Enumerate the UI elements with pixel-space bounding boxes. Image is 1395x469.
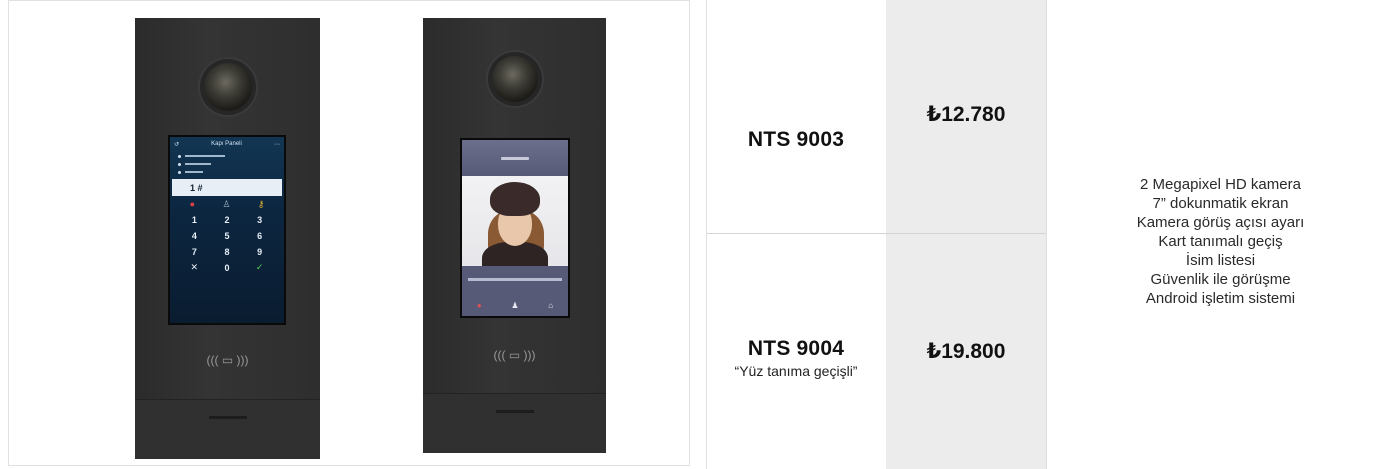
keypad-key: 1 (191, 214, 197, 225)
feature-item: 2 Megapixel HD kamera (1140, 176, 1301, 193)
price-cell-nts-9003: ₺12.780 (886, 0, 1046, 233)
model-cell-nts-9003: NTS 9003 (706, 0, 886, 233)
keypad-key: 3 (257, 214, 263, 225)
price: ₺19.800 (926, 340, 1006, 363)
model-name: NTS 9003 (747, 128, 845, 151)
home-icon: ⌂ (548, 301, 554, 310)
info-row (178, 152, 276, 160)
info-row (178, 160, 276, 168)
back-icon: ↺ (174, 141, 180, 148)
face-screen-header (462, 140, 568, 176)
alarm-icon: ● (476, 301, 482, 310)
feature-item: Kart tanımalı geçiş (1158, 233, 1283, 250)
feature-item: Android işletim sistemi (1145, 290, 1296, 307)
model-cell-nts-9004: NTS 9004 “Yüz tanıma geçişli” (706, 234, 886, 469)
keypad-key: 6 (257, 230, 263, 241)
face-recognition-screen: ● ♟ ⌂ (460, 138, 570, 318)
keypad-key: 8 (224, 246, 230, 257)
keypad-action-row: ● ♙ ⚷ (170, 196, 284, 212)
rfid-reader-icon: ((( ▭ ))) (206, 353, 249, 367)
feature-item: İsim listesi (1185, 252, 1256, 269)
device-nts-9004-image: ● ♟ ⌂ ((( ▭ ))) (423, 18, 606, 453)
alarm-icon: ● (189, 199, 196, 209)
device-bottom-band (135, 399, 320, 459)
features-column: 2 Megapixel HD kamera 7” dokunmatik ekra… (1046, 0, 1395, 469)
keypad-screen-title: Kapı Paneli (211, 141, 242, 147)
camera-lens (203, 63, 252, 111)
model-name: NTS 9004 (747, 336, 845, 360)
model-column: NTS 9003 NTS 9004 “Yüz tanıma geçişli” (706, 0, 886, 469)
keypad-screen: ↺ Kapı Paneli ⋯ 1 # ● ♙ ⚷ 1 2 3 4 5 6 7 … (168, 135, 286, 325)
price-cell-nts-9004: ₺19.800 (886, 234, 1046, 469)
product-image-panel: ↺ Kapı Paneli ⋯ 1 # ● ♙ ⚷ 1 2 3 4 5 6 7 … (8, 0, 690, 466)
keypad-key: 2 (224, 214, 230, 225)
keypad-key: ✓ (255, 262, 264, 272)
settings-icon: ⋯ (273, 141, 280, 148)
model-subtitle: “Yüz tanıma geçişli” (734, 362, 858, 379)
keypad-key: 7 (191, 246, 197, 257)
feature-item: 7” dokunmatik ekran (1152, 195, 1289, 212)
keypad-entry-field: 1 # (172, 179, 282, 196)
face-screen-footer: ● ♟ ⌂ (462, 266, 568, 316)
user-icon: ♙ (222, 198, 231, 209)
column-divider (1046, 0, 1047, 469)
camera-lens (491, 56, 538, 102)
device-nts-9003-image: ↺ Kapı Paneli ⋯ 1 # ● ♙ ⚷ 1 2 3 4 5 6 7 … (135, 18, 320, 459)
column-divider (706, 0, 707, 469)
brand-mark (495, 410, 534, 413)
keypad-key: 4 (191, 230, 197, 241)
price: ₺12.780 (926, 103, 1006, 126)
key-icon: ⚷ (257, 198, 265, 209)
keypad-key: 9 (257, 246, 263, 257)
keypad-key: 0 (224, 262, 230, 273)
row-divider (706, 233, 1046, 234)
info-row (178, 168, 276, 176)
keypad-info-rows (170, 151, 284, 177)
feature-item: Güvenlik ile görüşme (1150, 271, 1291, 288)
brand-mark (208, 416, 247, 419)
feature-item: Kamera görüş açısı ayarı (1136, 214, 1305, 231)
keypad-screen-header: ↺ Kapı Paneli ⋯ (170, 137, 284, 151)
keypad-key: ✕ (190, 262, 199, 272)
user-icon: ♟ (511, 301, 519, 310)
keypad-key: 5 (224, 230, 230, 241)
face-photo (462, 176, 568, 266)
keypad-grid: 1 2 3 4 5 6 7 8 9 ✕ 0 ✓ (170, 212, 284, 275)
price-column: ₺12.780 ₺19.800 (886, 0, 1046, 469)
device-bottom-band (423, 393, 606, 453)
rfid-reader-icon: ((( ▭ ))) (493, 348, 536, 362)
feature-list: 2 Megapixel HD kamera 7” dokunmatik ekra… (1046, 175, 1395, 308)
